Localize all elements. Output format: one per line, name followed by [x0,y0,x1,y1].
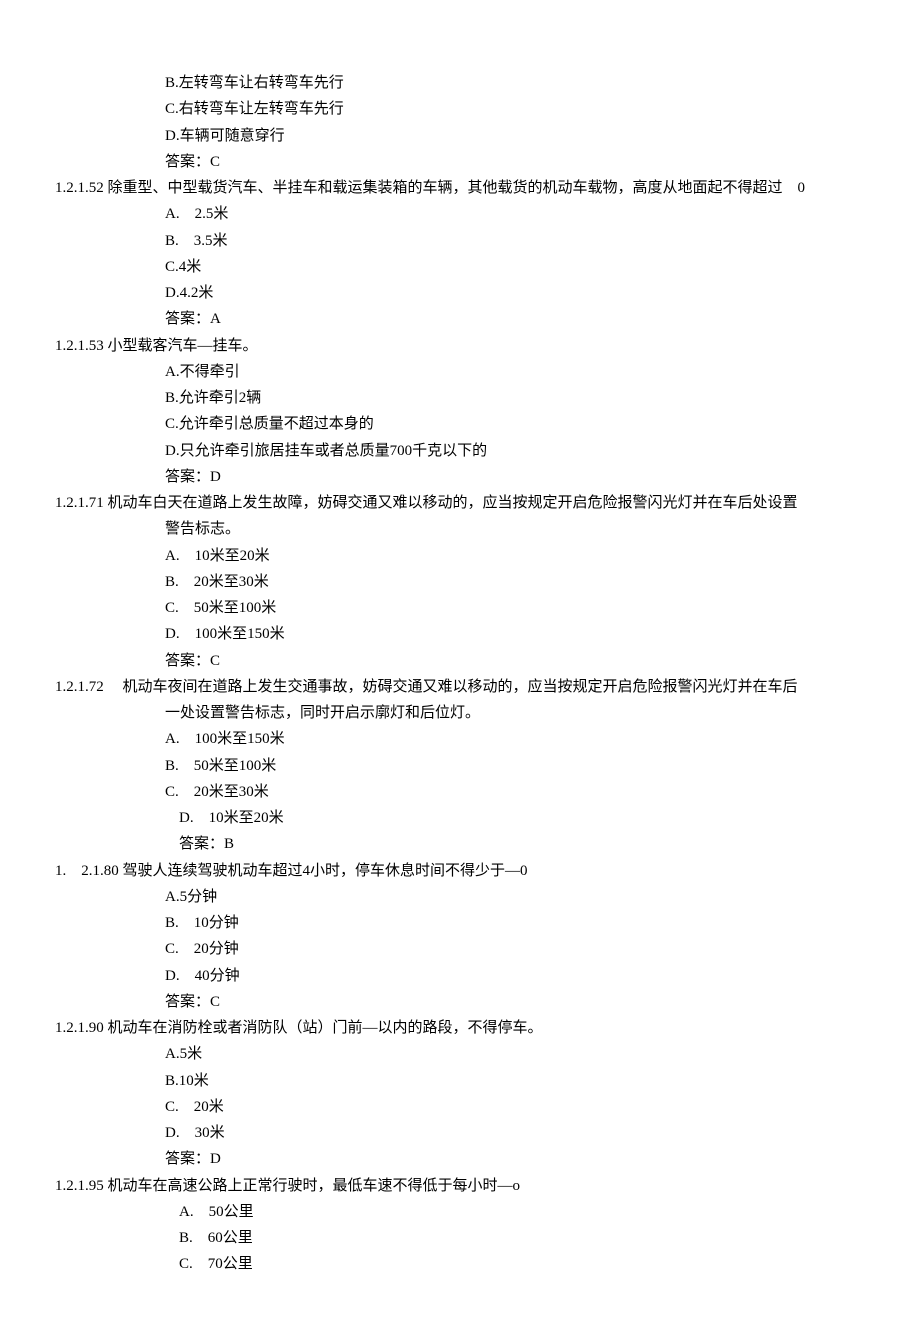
option-b: B.10米 [165,1068,865,1094]
option-c: C.允许牵引总质量不超过本身的 [165,411,865,437]
question-stem-line2: 一处设置警告标志，同时开启示廓灯和后位灯。 [165,700,865,726]
option-d: D.4.2米 [165,280,865,306]
answer: 答案：A [165,306,865,332]
option-b: B. 60公里 [179,1225,865,1251]
option-d: D.只允许牵引旅居挂车或者总质量700千克以下的 [165,438,865,464]
question-stem: 驾驶人连续驾驶机动车超过4小时，停车休息时间不得少于—0 [123,863,528,879]
question-stem: 小型载客汽车—挂车。 [108,338,258,354]
option-a: A.不得牵引 [165,359,865,385]
option-b: B. 20米至30米 [165,569,865,595]
option-a: A.5分钟 [165,884,865,910]
answer: 答案：C [165,149,865,175]
answer: 答案：D [165,1146,865,1172]
option-a: A. 10米至20米 [165,543,865,569]
option-b: B.左转弯车让右转弯车先行 [165,70,865,96]
question-stem: 机动车在消防栓或者消防队（站）门前—以内的路段，不得停车。 [108,1020,543,1036]
option-c: C. 70公里 [179,1251,865,1277]
option-c: C.4米 [165,254,865,280]
question-number: 1.2.1.71 [55,495,104,511]
question-1-2-1-71: 1.2.1.71 机动车白天在道路上发生故障，妨碍交通又难以移动的，应当按规定开… [55,490,865,674]
pre-question-options: B.左转弯车让右转弯车先行 C.右转弯车让左转弯车先行 D.车辆可随意穿行 答案… [55,70,865,175]
question-number: 1.2.1.52 [55,180,104,196]
question-number: 1.2.1.95 [55,1178,104,1194]
option-a: A. 100米至150米 [165,726,865,752]
question-stem-line2: 警告标志。 [165,516,865,542]
option-c: C.右转弯车让左转弯车先行 [165,96,865,122]
option-c: C. 20米至30米 [165,779,865,805]
option-b: B. 10分钟 [165,910,865,936]
option-c: C. 20分钟 [165,936,865,962]
question-1-2-1-80: 1. 2.1.80 驾驶人连续驾驶机动车超过4小时，停车休息时间不得少于—0 A… [55,858,865,1016]
question-1-2-1-90: 1.2.1.90 机动车在消防栓或者消防队（站）门前—以内的路段，不得停车。 A… [55,1015,865,1173]
option-d: D.车辆可随意穿行 [165,123,865,149]
option-d: D. 40分钟 [165,963,865,989]
option-b: B.允许牵引2辆 [165,385,865,411]
question-stem: 机动车在高速公路上正常行驶时，最低车速不得低于每小时—o [108,1178,521,1194]
option-d: D. 30米 [165,1120,865,1146]
option-a: A. 50公里 [179,1199,865,1225]
option-a: A. 2.5米 [165,201,865,227]
option-c: C. 50米至100米 [165,595,865,621]
question-1-2-1-95: 1.2.1.95 机动车在高速公路上正常行驶时，最低车速不得低于每小时—o A.… [55,1173,865,1278]
option-d: D. 100米至150米 [165,621,865,647]
answer: 答案：B [179,831,865,857]
question-number: 1.2.1.72 [55,679,119,695]
question-1-2-1-72: 1.2.1.72 机动车夜间在道路上发生交通事故，妨碍交通又难以移动的，应当按规… [55,674,865,858]
answer: 答案：D [165,464,865,490]
option-c: C. 20米 [165,1094,865,1120]
option-a: A.5米 [165,1041,865,1067]
question-stem-line1: 机动车夜间在道路上发生交通事故，妨碍交通又难以移动的，应当按规定开启危险报警闪光… [123,679,798,695]
question-1-2-1-53: 1.2.1.53 小型载客汽车—挂车。 A.不得牵引 B.允许牵引2辆 C.允许… [55,333,865,491]
option-b: B. 50米至100米 [165,753,865,779]
answer: 答案：C [165,989,865,1015]
question-number: 1. 2.1.80 [55,863,119,879]
question-number: 1.2.1.53 [55,338,104,354]
question-1-2-1-52: 1.2.1.52 除重型、中型载货汽车、半挂车和载运集装箱的车辆，其他载货的机动… [55,175,865,333]
option-b: B. 3.5米 [165,228,865,254]
question-stem-line1: 机动车白天在道路上发生故障，妨碍交通又难以移动的，应当按规定开启危险报警闪光灯并… [108,495,798,511]
answer: 答案：C [165,648,865,674]
option-d: D. 10米至20米 [179,805,865,831]
question-stem: 除重型、中型载货汽车、半挂车和载运集装箱的车辆，其他载货的机动车载物，高度从地面… [108,180,806,196]
question-number: 1.2.1.90 [55,1020,104,1036]
